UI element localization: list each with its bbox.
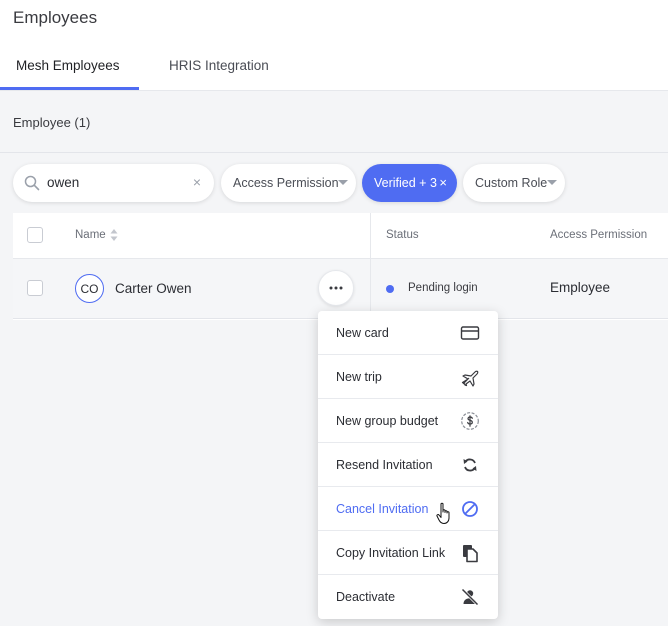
access-permission-filter[interactable]: Access Permission (221, 164, 356, 202)
menu-item-label: New group budget (336, 414, 439, 428)
menu-item-label: Deactivate (336, 590, 396, 604)
menu-item-new-card[interactable]: New card (318, 311, 498, 355)
menu-item-label: Copy Invitation Link (336, 546, 446, 560)
tab-bar: Mesh Employees HRIS Integration (0, 45, 668, 91)
custom-role-filter-label: Custom Role (475, 176, 548, 190)
hand-cursor-icon (436, 502, 450, 524)
chevron-down-icon (547, 180, 557, 185)
row-checkbox[interactable] (27, 280, 43, 296)
active-tab-indicator (0, 87, 139, 90)
menu-item-label: New trip (336, 370, 382, 384)
access-permission-filter-label: Access Permission (233, 176, 339, 190)
menu-item-new-group-budget[interactable]: New group budget (318, 399, 498, 443)
employee-count: Employee (1) (13, 115, 91, 130)
clear-search-icon[interactable]: × (193, 174, 201, 190)
tab-hris-integration[interactable]: HRIS Integration (169, 58, 269, 73)
search-input[interactable]: owen (47, 175, 79, 190)
menu-item-label: Cancel Invitation (336, 502, 429, 516)
copy-icon (463, 545, 478, 563)
refresh-icon (463, 458, 477, 472)
menu-item-copy-invitation-link[interactable]: Copy Invitation Link (318, 531, 498, 575)
more-icon (329, 286, 343, 290)
dollar-coin-icon (461, 412, 479, 430)
clear-status-filter-icon[interactable]: × (439, 175, 447, 190)
employees-table: Name Status Access Permission CO Carter … (13, 213, 668, 320)
column-separator (370, 213, 371, 319)
column-header-status: Status (386, 229, 419, 241)
select-all-checkbox[interactable] (27, 227, 43, 243)
user-off-icon (461, 588, 479, 606)
table-row[interactable]: CO Carter Owen Pending login Employee (13, 259, 668, 319)
column-header-access-permission: Access Permission (550, 229, 648, 241)
credit-card-icon (460, 326, 480, 340)
search-icon (24, 175, 40, 191)
page-header: Employees (0, 0, 668, 45)
page-title: Employees (13, 8, 98, 27)
status-dot (386, 285, 394, 293)
chevron-down-icon (338, 180, 348, 185)
employee-name[interactable]: Carter Owen (115, 281, 192, 296)
menu-item-new-trip[interactable]: New trip (318, 355, 498, 399)
status-filter[interactable]: Verified + 3 × (362, 164, 457, 202)
menu-item-label: Resend Invitation (336, 458, 433, 472)
sort-icon[interactable] (110, 228, 118, 242)
airplane-icon (461, 370, 479, 387)
avatar: CO (75, 274, 104, 303)
status-filter-label: Verified + 3 (374, 176, 437, 190)
section-divider (0, 152, 668, 153)
actions-menu: New card New trip New group budget Resen… (318, 311, 498, 619)
more-actions-button[interactable] (318, 270, 354, 306)
cancel-icon (462, 501, 478, 517)
table-header: Name Status Access Permission (13, 213, 668, 259)
menu-item-cancel-invitation[interactable]: Cancel Invitation (318, 487, 498, 531)
tab-mesh-employees[interactable]: Mesh Employees (16, 58, 120, 73)
menu-item-label: New card (336, 326, 389, 340)
status-text: Pending login (408, 282, 478, 294)
menu-item-resend-invitation[interactable]: Resend Invitation (318, 443, 498, 487)
menu-item-deactivate[interactable]: Deactivate (318, 575, 498, 619)
access-permission-value: Employee (550, 280, 611, 295)
column-header-name[interactable]: Name (75, 229, 106, 241)
custom-role-filter[interactable]: Custom Role (463, 164, 565, 202)
search-field[interactable]: owen × (13, 164, 214, 202)
